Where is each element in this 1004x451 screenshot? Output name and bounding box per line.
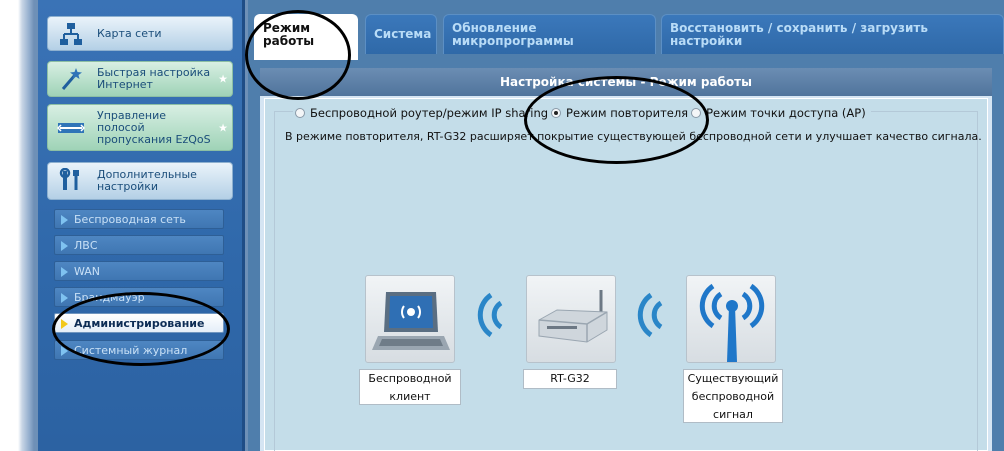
settings-panel: Настройка системы - Режим работы Беспров… bbox=[260, 68, 992, 451]
submenu-wireless[interactable]: Беспроводная сеть bbox=[54, 209, 224, 229]
page-edge bbox=[0, 0, 34, 451]
tab-firmware-upgrade[interactable]: Обновление микропрограммы bbox=[443, 14, 656, 54]
submenu-firewall[interactable]: Брандмауэр bbox=[54, 287, 224, 307]
star-icon: ★ bbox=[218, 121, 228, 134]
bandwidth-icon bbox=[56, 113, 86, 143]
tab-operation-mode[interactable]: Режим работы bbox=[254, 14, 358, 60]
mode-router-radio[interactable] bbox=[295, 108, 305, 118]
tab-restore-save-upload[interactable]: Восстановить / сохранить / загрузить нас… bbox=[661, 14, 1004, 54]
arrow-right-icon bbox=[61, 267, 68, 277]
mode-radio-group: Беспроводной роутер/режим IP sharing Реж… bbox=[293, 105, 871, 121]
submenu-wireless-label: Беспроводная сеть bbox=[74, 213, 186, 226]
arrow-right-icon bbox=[61, 293, 68, 303]
submenu-administration-label: Администрирование bbox=[74, 317, 205, 330]
menu-quick-setup-label: Быстрая настройка Интернет bbox=[97, 66, 211, 91]
content-area: Режим работы Система Обновление микропро… bbox=[248, 0, 1004, 451]
menu-advanced-settings[interactable]: Дополнительные настройки bbox=[47, 162, 233, 200]
submenu-system-log[interactable]: Системный журнал bbox=[54, 340, 224, 360]
router-device bbox=[526, 275, 616, 363]
menu-network-map-label: Карта сети bbox=[97, 26, 162, 40]
tab-operation-mode-label: Режим работы bbox=[263, 21, 315, 48]
submenu-lan-label: ЛВС bbox=[74, 239, 98, 252]
menu-quick-setup[interactable]: Быстрая настройка Интернет ★ bbox=[47, 61, 233, 97]
arrow-right-icon bbox=[61, 241, 68, 251]
mode-repeater-option[interactable]: Режим повторителя bbox=[551, 106, 688, 120]
mode-description: В режиме повторителя, RT-G32 расширяет п… bbox=[285, 130, 982, 143]
tab-system[interactable]: Система bbox=[365, 14, 437, 54]
arrow-right-icon bbox=[61, 319, 68, 329]
tab-bar: Режим работы Система Обновление микропро… bbox=[248, 14, 1004, 60]
submenu-firewall-label: Брандмауэр bbox=[74, 291, 145, 304]
menu-network-map[interactable]: Карта сети bbox=[47, 16, 233, 51]
mode-router-option[interactable]: Беспроводной роутер/режим IP sharing bbox=[295, 106, 548, 120]
submenu-wan[interactable]: WAN bbox=[54, 261, 224, 281]
submenu-system-log-label: Системный журнал bbox=[74, 344, 188, 357]
menu-ezqos[interactable]: Управление полосой пропускания EzQoS ★ bbox=[47, 104, 233, 151]
signal-waves-icon bbox=[637, 292, 663, 338]
tools-icon bbox=[56, 166, 86, 196]
magic-wand-icon bbox=[56, 64, 86, 94]
signal-caption: Существующий беспроводной сигнал bbox=[683, 369, 783, 423]
star-icon: ★ bbox=[218, 72, 228, 86]
tab-firmware-upgrade-label: Обновление микропрограммы bbox=[452, 21, 574, 48]
arrow-right-icon bbox=[61, 346, 68, 356]
laptop-icon bbox=[372, 292, 450, 350]
panel-title: Настройка системы - Режим работы bbox=[260, 68, 992, 96]
menu-ezqos-label: Управление полосой пропускания EzQoS bbox=[97, 108, 211, 146]
client-caption: Беспроводной клиент bbox=[359, 369, 461, 405]
signal-waves-icon bbox=[477, 292, 503, 338]
client-device bbox=[365, 275, 455, 363]
submenu-lan[interactable]: ЛВС bbox=[54, 235, 224, 255]
mode-router-label: Беспроводной роутер/режим IP sharing bbox=[310, 106, 549, 120]
mode-ap-option[interactable]: Режим точки доступа (AP) bbox=[691, 106, 866, 120]
router-caption: RT-G32 bbox=[523, 369, 617, 389]
wireless-signal-icon bbox=[699, 283, 765, 362]
signal-caption-text: Существующий беспроводной сигнал bbox=[687, 372, 779, 421]
sidebar: Карта сети Быстрая настройка Интернет ★ … bbox=[38, 0, 245, 451]
mode-repeater-radio[interactable] bbox=[551, 108, 562, 118]
mode-ap-radio[interactable] bbox=[691, 108, 702, 118]
client-caption-text: Беспроводной клиент bbox=[368, 372, 452, 403]
panel-body: Беспроводной роутер/режим IP sharing Реж… bbox=[264, 98, 988, 451]
tab-system-label: Система bbox=[374, 27, 432, 41]
existing-signal-device bbox=[686, 275, 776, 363]
tab-restore-save-upload-label: Восстановить / сохранить / загрузить нас… bbox=[670, 21, 928, 48]
router-caption-text: RT-G32 bbox=[550, 372, 590, 385]
mode-repeater-label: Режим повторителя bbox=[566, 106, 689, 120]
submenu-administration[interactable]: Администрирование bbox=[54, 313, 224, 333]
submenu-wan-label: WAN bbox=[74, 265, 101, 278]
menu-advanced-settings-label: Дополнительные настройки bbox=[97, 168, 197, 193]
network-map-icon bbox=[56, 19, 86, 49]
router-icon bbox=[538, 290, 608, 343]
arrow-right-icon bbox=[61, 215, 68, 225]
mode-ap-label: Режим точки доступа (AP) bbox=[706, 106, 866, 120]
